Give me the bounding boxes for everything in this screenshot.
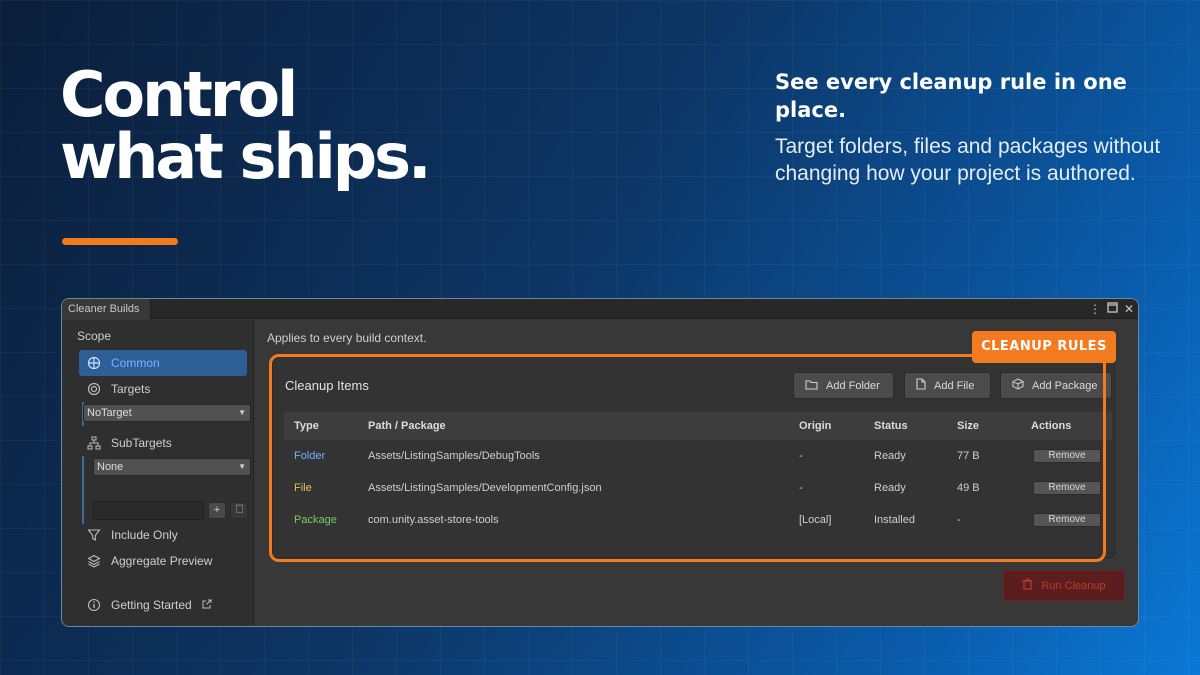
window-controls: ⋮ ✕ bbox=[1089, 301, 1134, 317]
cleanup-rules-highlight bbox=[269, 354, 1106, 562]
scope-label: Scope bbox=[77, 329, 112, 343]
caret-down-icon: ▼ bbox=[238, 408, 246, 417]
sidebar-item-subtargets[interactable]: SubTargets bbox=[79, 430, 247, 456]
caret-down-icon: ▼ bbox=[238, 462, 246, 471]
external-link-icon bbox=[202, 598, 212, 612]
sidebar-item-label: Targets bbox=[111, 382, 151, 396]
sidebar-item-label: Aggregate Preview bbox=[111, 554, 213, 568]
editor-window: Cleaner Builds ⋮ ✕ Scope Common Targets … bbox=[61, 298, 1139, 627]
scope-hint: Applies to every build context. bbox=[267, 331, 427, 345]
more-vert-icon[interactable]: ⋮ bbox=[1089, 301, 1101, 317]
subtarget-name-input[interactable] bbox=[93, 501, 204, 520]
target-icon bbox=[87, 382, 101, 396]
globe-icon bbox=[87, 356, 101, 370]
sidebar: Scope Common Targets NoTarget ▼ SubTarge… bbox=[62, 320, 254, 626]
targets-dropdown-value: NoTarget bbox=[87, 407, 132, 419]
hierarchy-icon bbox=[87, 436, 101, 450]
sidebar-item-getting-started[interactable]: Getting Started bbox=[79, 592, 247, 618]
subtargets-dropdown-value: None bbox=[97, 461, 124, 473]
targets-dropdown[interactable]: NoTarget ▼ bbox=[83, 404, 251, 422]
add-subtarget-button[interactable]: + bbox=[208, 502, 226, 519]
layers-icon bbox=[87, 554, 101, 568]
subtext: Target folders, files and packages witho… bbox=[775, 135, 1161, 185]
sidebar-item-common[interactable]: Common bbox=[79, 350, 247, 376]
run-cleanup-button[interactable]: Run Cleanup bbox=[1003, 570, 1125, 601]
subtargets-indent-line bbox=[82, 456, 84, 524]
window-titlebar: Cleaner Builds ⋮ ✕ bbox=[62, 299, 1138, 319]
window-tab[interactable]: Cleaner Builds bbox=[62, 299, 151, 319]
run-cleanup-label: Run Cleanup bbox=[1041, 579, 1106, 592]
sidebar-item-label: SubTargets bbox=[111, 436, 172, 450]
hero-line-2: what ships. bbox=[60, 120, 432, 193]
sidebar-item-label: Include Only bbox=[111, 528, 178, 542]
sidebar-item-aggregate-preview[interactable]: Aggregate Preview bbox=[79, 548, 247, 574]
close-icon[interactable]: ✕ bbox=[1124, 301, 1134, 317]
hero-line-1: Control bbox=[60, 58, 298, 131]
delete-subtarget-button[interactable] bbox=[230, 502, 248, 519]
tagline: See every cleanup rule in one place. bbox=[775, 70, 1127, 122]
filter-icon bbox=[87, 528, 101, 542]
accent-bar bbox=[62, 238, 178, 245]
subtargets-dropdown[interactable]: None ▼ bbox=[93, 458, 251, 476]
sidebar-item-label: Getting Started bbox=[111, 598, 192, 612]
sidebar-item-label: Common bbox=[111, 356, 160, 370]
trash-icon bbox=[1022, 578, 1033, 593]
info-icon bbox=[87, 598, 101, 612]
sidebar-item-include-only[interactable]: Include Only bbox=[79, 522, 247, 548]
maximize-icon[interactable] bbox=[1107, 301, 1118, 317]
sidebar-item-targets[interactable]: Targets bbox=[79, 376, 247, 402]
trash-icon bbox=[235, 504, 244, 516]
hero-title: Control what ships. bbox=[60, 58, 432, 193]
cleanup-rules-badge: CLEANUP RULES bbox=[972, 331, 1116, 363]
